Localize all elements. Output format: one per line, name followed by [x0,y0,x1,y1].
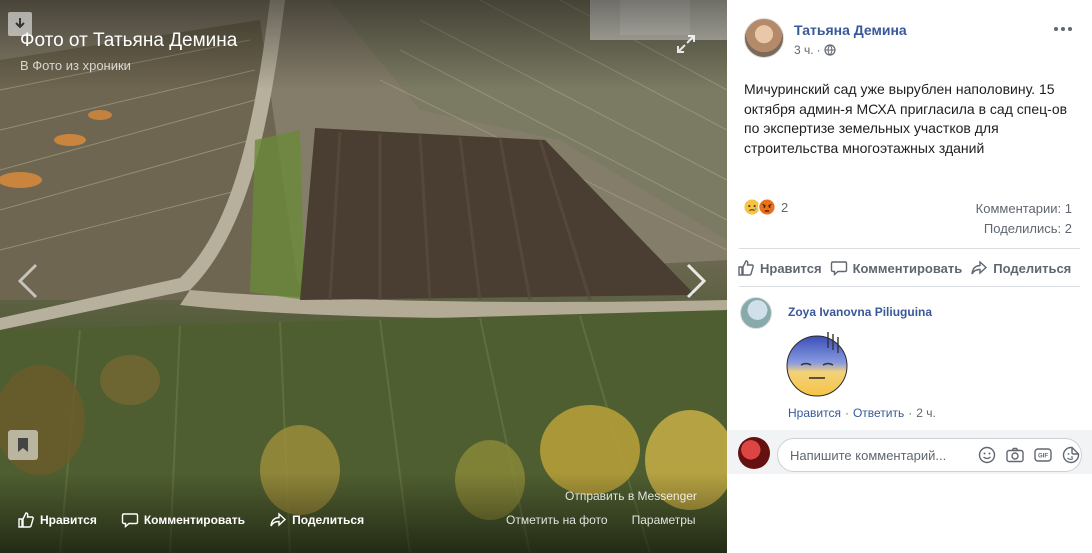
post-share-label: Поделиться [993,260,1072,276]
tag-photo-button[interactable] [8,430,38,460]
photo-share-label: Поделиться [292,513,365,527]
photo-secondary-links: Отметить на фото Параметры [506,513,696,527]
comment-icon [830,261,847,277]
tag-photo-link[interactable]: Отметить на фото [506,513,608,527]
send-in-messenger-link[interactable]: Отправить в Messenger [565,489,697,503]
comment-composer[interactable]: GIF [777,438,1082,472]
meta-separator: · [816,43,821,57]
gif-icon[interactable]: GIF [1033,445,1053,465]
current-user-avatar [738,437,770,469]
globe-icon[interactable] [823,44,836,56]
reactions-count: 2 [781,199,789,215]
photo-viewer[interactable]: Фото от Татьяна Демина В Фото из хроники… [0,0,727,553]
photo-album-link[interactable]: В Фото из хроники [20,58,131,73]
options-link[interactable]: Параметры [632,513,696,527]
comments-count[interactable]: Комментарии: 1 [976,199,1072,219]
sad-sticker-icon [786,332,848,397]
photo-theater: Фото от Татьяна Демина В Фото из хроники… [0,0,1092,553]
photo-comment-label: Комментировать [143,513,246,527]
post-action-bar: Нравится Комментировать Поделиться [737,259,1071,277]
post-like-button[interactable]: Нравится [737,259,822,277]
svg-text:GIF: GIF [1038,454,1048,460]
post-like-label: Нравится [760,260,822,276]
comment-time[interactable]: 2 ч. [916,406,936,420]
download-icon [15,18,25,29]
photo-action-bar: Нравится Комментировать Поделиться [17,511,364,529]
photo-comment-button[interactable]: Комментировать [121,511,245,529]
emoji-icon[interactable] [977,445,997,465]
composer-icons: GIF [977,445,1081,465]
reactions-summary[interactable]: 2 [743,198,788,216]
camera-icon[interactable] [1005,445,1025,465]
photo-like-button[interactable]: Нравится [17,511,97,529]
sticker-icon[interactable] [1061,445,1081,465]
angry-icon [758,198,776,216]
comment-icon [121,513,139,529]
comment-input[interactable] [790,447,967,463]
comment-separator: · [908,406,913,420]
post-time[interactable]: 3 ч. [794,43,814,57]
photo-like-label: Нравится [40,513,97,527]
share-icon [270,512,287,527]
thumbs-up-icon [738,260,754,276]
post-side-panel: Татьяна Демина 3 ч. · Мичуринский сад уж… [727,0,1092,553]
post-meta: 3 ч. · [794,43,836,57]
photo-title: Фото от Татьяна Демина [20,30,238,51]
bookmark-icon [18,438,28,452]
comment-actions: Нравится · Ответить · 2 ч. [788,406,936,420]
commenter-name[interactable]: Zoya Ivanovna Piliuguina [788,305,932,319]
photo-share-button[interactable]: Поделиться [269,511,364,529]
comment-reply-link[interactable]: Ответить [853,406,904,420]
thumbs-up-icon [18,512,34,528]
share-icon [971,260,988,275]
shares-count[interactable]: Поделились: 2 [976,219,1072,239]
post-text: Мичуринский сад уже вырублен наполовину.… [744,81,1068,156]
post-share-button[interactable]: Поделиться [970,259,1071,277]
comment-separator: · [844,406,849,420]
divider [739,286,1080,287]
previous-photo-arrow-icon[interactable] [14,262,44,300]
comment-like-link[interactable]: Нравится [788,406,841,420]
post-stats: Комментарии: 1 Поделились: 2 [976,199,1072,239]
commenter-avatar[interactable] [740,297,772,329]
next-photo-arrow-icon[interactable] [680,262,710,300]
divider [739,248,1080,249]
post-comment-button[interactable]: Комментировать [830,259,963,277]
post-comment-label: Комментировать [852,260,963,276]
expand-icon[interactable] [676,34,696,54]
more-options-icon[interactable] [1053,22,1073,36]
author-avatar[interactable] [744,18,784,58]
author-name[interactable]: Татьяна Демина [794,22,907,38]
